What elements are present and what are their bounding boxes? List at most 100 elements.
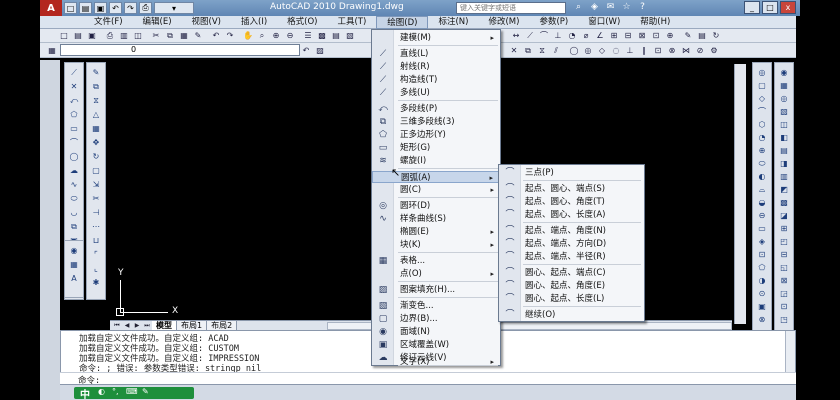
dim-diameter-icon[interactable]: ⌀ xyxy=(580,30,592,41)
modeling-tool-icon[interactable]: ▭ xyxy=(755,223,769,234)
help-icon[interactable]: ? xyxy=(636,2,649,14)
menu-file[interactable]: 文件(F) xyxy=(84,16,133,29)
plot-icon[interactable]: ⎙ xyxy=(104,30,116,41)
osnap-nearest-icon[interactable]: ⋈ xyxy=(680,45,692,56)
view-tool-icon[interactable]: ⊠ xyxy=(777,275,791,286)
polyline-tool-icon[interactable]: ⤺ xyxy=(67,95,81,106)
draw-menu-item[interactable]: ▣ 区域覆盖(W) xyxy=(372,339,500,351)
pan-icon[interactable]: ✋ xyxy=(242,30,254,41)
draw-menu-item[interactable]: ▦ 表格... xyxy=(372,255,500,267)
draw-menu-item[interactable]: 建模(M) ▸ xyxy=(372,32,500,44)
draw-menu-item[interactable]: ⟋ 射线(R) xyxy=(372,61,500,73)
modeling-tool-icon[interactable]: ◈ xyxy=(755,236,769,247)
ime-punctuation-icon[interactable]: °, xyxy=(112,387,119,396)
dim-edit-icon[interactable]: ✎ xyxy=(682,30,694,41)
search-input[interactable]: 键入关键字或短语 xyxy=(456,2,566,14)
offset-icon[interactable]: △ xyxy=(89,109,103,120)
tab-first-icon[interactable]: ⏮ xyxy=(112,321,122,330)
ime-keyboard-icon[interactable]: ⌨ xyxy=(126,387,138,396)
modeling-tool-icon[interactable]: ⊙ xyxy=(755,288,769,299)
osnap-settings-icon[interactable]: ⚙ xyxy=(708,45,720,56)
draw-menu-item[interactable]: 点(O) ▸ xyxy=(372,268,500,280)
view-tool-icon[interactable]: ▩ xyxy=(777,197,791,208)
draw-menu-item[interactable]: ▨ 图案填充(H)... xyxy=(372,284,500,296)
modeling-tool-icon[interactable]: ⬡ xyxy=(755,119,769,130)
menu-modify[interactable]: 修改(M) xyxy=(478,16,529,29)
view-tool-icon[interactable]: ◱ xyxy=(777,262,791,273)
view-tool-icon[interactable]: ◪ xyxy=(777,210,791,221)
communication-icon[interactable]: ✉ xyxy=(604,2,617,14)
extend-icon[interactable]: ⊣ xyxy=(89,207,103,218)
qnew-icon[interactable]: □ xyxy=(58,30,70,41)
arc-submenu-item[interactable]: ⌒ 起点、圆心、角度(T) xyxy=(499,196,644,208)
cut-icon[interactable]: ✂ xyxy=(150,30,162,41)
view-tool-icon[interactable]: ▥ xyxy=(777,171,791,182)
open-icon[interactable]: ▤ xyxy=(79,2,92,14)
center-mark-icon[interactable]: ⊕ xyxy=(664,30,676,41)
join-icon[interactable]: ⊔ xyxy=(89,235,103,246)
arc-submenu-item[interactable]: ⌒ 起点、端点、角度(N) xyxy=(499,225,644,237)
tolerance-icon[interactable]: ⊡ xyxy=(650,30,662,41)
polygon-tool-icon[interactable]: ⬠ xyxy=(67,109,81,120)
arc-submenu-item[interactable]: ⌒ 起点、端点、半径(R) xyxy=(499,251,644,263)
circle-tool-icon[interactable]: ◯ xyxy=(67,151,81,162)
draw-menu-item[interactable]: 圆(C) ▸ xyxy=(372,184,500,196)
draw-menu-item[interactable]: ⟋ 多线(U) xyxy=(372,87,500,99)
tool-palettes-icon[interactable]: ▤ xyxy=(330,30,342,41)
region-icon[interactable]: ◉ xyxy=(67,245,81,256)
revcloud-tool-icon[interactable]: ☁ xyxy=(67,165,81,176)
circle-snap-icon[interactable]: ◯ xyxy=(568,45,580,56)
tab-next-icon[interactable]: ▶ xyxy=(132,321,142,330)
mtext-icon[interactable]: A xyxy=(67,273,81,284)
draw-menu-item[interactable]: ∿ 样条曲线(S) xyxy=(372,213,500,225)
arc-submenu-item[interactable]: ⌒ 起点、端点、方向(D) xyxy=(499,238,644,250)
insert-block-icon[interactable]: ⧉ xyxy=(67,221,81,232)
modeling-tool-icon[interactable]: ⌒ xyxy=(755,106,769,117)
modeling-tool-icon[interactable]: ◑ xyxy=(755,275,769,286)
view-tool-icon[interactable]: ◫ xyxy=(777,119,791,130)
dim-aligned-icon[interactable]: ⟋ xyxy=(524,30,536,41)
favorites-icon[interactable]: ☆ xyxy=(620,2,633,14)
menu-draw[interactable]: 绘图(D) xyxy=(376,15,429,29)
chamfer-icon[interactable]: ⌜ xyxy=(89,249,103,260)
osnap-perp-icon[interactable]: ⊥ xyxy=(624,45,636,56)
arc-submenu-item[interactable]: ⌒ 圆心、起点、角度(E) xyxy=(499,280,644,292)
draw-menu-item[interactable]: ⤺ 多段线(P) xyxy=(372,103,500,115)
save-file-icon[interactable]: ▣ xyxy=(86,30,98,41)
undo-icon[interactable]: ↶ xyxy=(109,2,122,14)
publish-icon[interactable]: ◫ xyxy=(132,30,144,41)
dim-style-icon[interactable]: ▤ xyxy=(696,30,708,41)
menu-insert[interactable]: 插入(I) xyxy=(231,16,277,29)
menu-parametric[interactable]: 参数(P) xyxy=(529,16,578,29)
view-tool-icon[interactable]: ◩ xyxy=(777,184,791,195)
osnap-tangent-icon[interactable]: ◌ xyxy=(610,45,622,56)
drawing-vertical-scrollbar[interactable] xyxy=(734,64,746,324)
osnap-center-icon[interactable]: ◎ xyxy=(582,45,594,56)
arc-submenu-item[interactable]: ⌒ 继续(O) xyxy=(499,309,644,321)
explode-icon[interactable]: ✱ xyxy=(89,277,103,288)
command-input[interactable]: 命令: xyxy=(60,372,796,386)
dim-arc-icon[interactable]: ⌒ xyxy=(538,30,550,41)
layer-previous-icon[interactable]: ↶ xyxy=(300,45,312,56)
tab-layout2[interactable]: 布局2 xyxy=(207,320,238,331)
dimension-tool-icon[interactable]: ↔ xyxy=(510,30,522,41)
fillet-icon[interactable]: ⌞ xyxy=(89,263,103,274)
erase-icon[interactable]: ✎ xyxy=(89,67,103,78)
view-tool-icon[interactable]: ⊞ xyxy=(777,223,791,234)
match-properties-icon[interactable]: ✎ xyxy=(192,30,204,41)
quick-dim-icon[interactable]: ⊞ xyxy=(608,30,620,41)
view-tool-icon[interactable]: ◧ xyxy=(777,132,791,143)
menu-dimension[interactable]: 标注(N) xyxy=(428,16,478,29)
properties-icon[interactable]: ☰ xyxy=(302,30,314,41)
dim-continue-icon[interactable]: ⊠ xyxy=(636,30,648,41)
construction-line-icon[interactable]: ✕ xyxy=(67,81,81,92)
sheet-set-icon[interactable]: ▧ xyxy=(344,30,356,41)
ime-mode-indicator[interactable]: 中 xyxy=(80,386,90,400)
modeling-tool-icon[interactable]: ⬭ xyxy=(755,158,769,169)
paste-icon[interactable]: ▦ xyxy=(178,30,190,41)
modeling-tool-icon[interactable]: ◇ xyxy=(755,93,769,104)
move-icon[interactable]: ✥ xyxy=(89,137,103,148)
menu-help[interactable]: 帮助(H) xyxy=(630,16,680,29)
open-file-icon[interactable]: ▤ xyxy=(72,30,84,41)
view-tool-icon[interactable]: ▧ xyxy=(777,106,791,117)
